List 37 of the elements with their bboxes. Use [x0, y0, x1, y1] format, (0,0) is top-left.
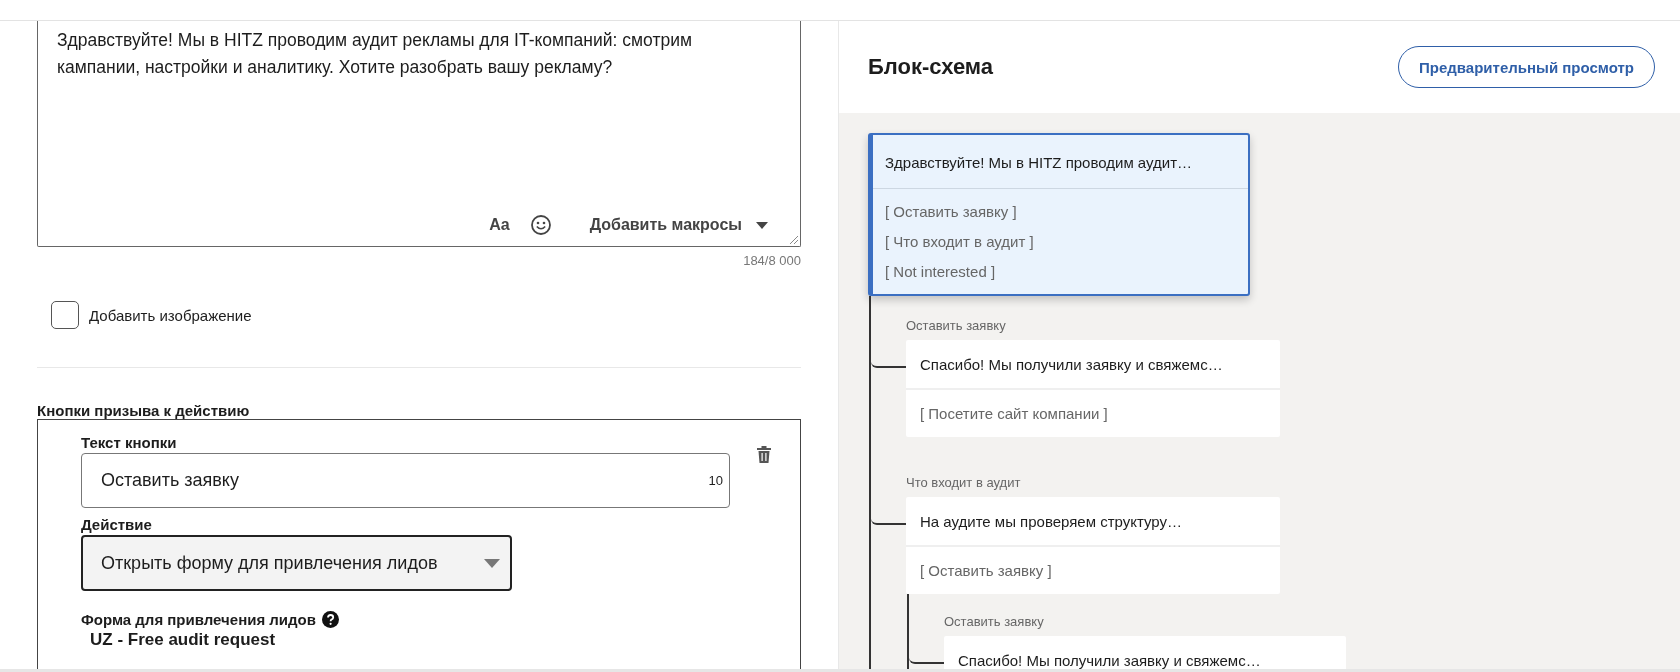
- section-title: Кнопки призыва к действию: [37, 402, 251, 419]
- field-label: Текст кнопки: [81, 434, 177, 451]
- character-counter: 184/8 000: [742, 253, 801, 268]
- node-message: Спасибо! Мы получили заявку и свяжемс…: [906, 340, 1280, 390]
- caret-icon[interactable]: [756, 221, 768, 229]
- help-icon[interactable]: [322, 611, 339, 628]
- action-select[interactable]: Открыть форму для привлечения лидов: [81, 535, 512, 591]
- field-label: Действие: [81, 516, 152, 533]
- field-label: Форма для привлечения лидов: [81, 611, 316, 628]
- branch-label: Оставить заявку: [944, 614, 1045, 629]
- macro-dropdown[interactable]: Добавить макросы: [583, 212, 774, 238]
- node-message: На аудите мы проверяем структуру…: [906, 497, 1280, 547]
- branch-label: Оставить заявку: [906, 318, 1007, 333]
- character-count: 10: [708, 473, 723, 488]
- format-button[interactable]: Aa: [483, 212, 516, 238]
- message-node[interactable]: Спасибо! Мы получили заявку и свяжемс… [ Посетите сайт компании ]: [906, 340, 1280, 437]
- message-node[interactable]: На аудите мы проверяем структуру… [ Оставить заявку ]: [906, 497, 1280, 594]
- resize-handle-icon[interactable]: [789, 235, 798, 244]
- message-text: Здравствуйте! Мы в HITZ проводим аудит рекламы для IT-компаний: смотрим кампании, настройки и аналитику. Хотите разобрать вашу рекламу?: [57, 29, 693, 79]
- panel-title: Блок-схема: [868, 54, 994, 80]
- button-text-field[interactable]: Оставить заявку 10: [81, 453, 730, 508]
- node-option: [ Оставить заявку ]: [885, 203, 1236, 220]
- node-option: [ Посетите сайт компании ]: [920, 405, 1266, 422]
- message-node[interactable]: Здравствуйте! Мы в HITZ проводим аудит… [ Оставить заявку ] [ Что входит в аудит ] [ Not interested ]: [868, 133, 1250, 296]
- message-node[interactable]: Спасибо! Мы получили заявку и свяжемс…: [944, 636, 1346, 669]
- preview-button[interactable]: Предварительный просмотр: [1398, 46, 1655, 88]
- checkbox[interactable]: [51, 301, 79, 329]
- node-message: Здравствуйте! Мы в HITZ проводим аудит…: [873, 135, 1248, 189]
- node-option: [ Оставить заявку ]: [920, 562, 1266, 579]
- message-field[interactable]: Здравствуйте! Мы в HITZ проводим аудит рекламы для IT-компаний: смотрим кампании, настройки и аналитику. Хотите разобрать вашу рекламу? Aa Добавить макросы: [37, 21, 801, 247]
- branch-label: Что входит в аудит: [906, 475, 1022, 490]
- emoji-icon[interactable]: [529, 214, 552, 236]
- form-name: UZ - Free audit request: [90, 630, 276, 650]
- checkbox-label: Добавить изображение: [89, 306, 252, 324]
- trash-icon[interactable]: [757, 446, 771, 463]
- node-option: [ Not interested ]: [885, 263, 1236, 280]
- node-option: [ Что входит в аудит ]: [885, 233, 1236, 250]
